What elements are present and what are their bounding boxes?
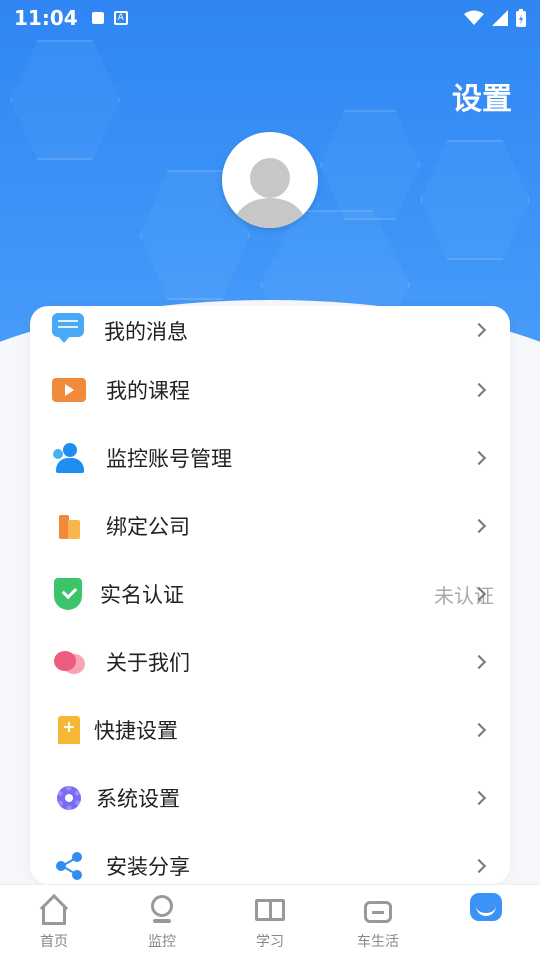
menu-card: 我的消息 我的课程 监控账号管理 绑定公司 实名认证 未认证 关于我们 快捷设置… [30, 306, 510, 884]
signal-icon [492, 10, 508, 26]
nav-car-life[interactable]: 车生活 [324, 885, 432, 960]
battery-icon [516, 9, 526, 27]
avatar[interactable] [222, 132, 318, 228]
status-time: 11:04 [14, 6, 78, 30]
chevron-right-icon [471, 450, 487, 466]
chevron-right-icon [471, 654, 487, 670]
menu-item-label: 安装分享 [106, 855, 190, 879]
menu-item-about-us[interactable]: 关于我们 [30, 628, 510, 696]
menu-item-label: 绑定公司 [106, 515, 190, 539]
chevron-right-icon [471, 518, 487, 534]
account-users-icon [52, 441, 86, 475]
nav-label: 首页 [40, 934, 68, 950]
company-building-icon [52, 509, 86, 543]
chevron-right-icon [471, 722, 487, 738]
menu-item-bind-company[interactable]: 绑定公司 [30, 492, 510, 560]
book-icon [253, 895, 287, 925]
message-icon [52, 313, 84, 343]
menu-item-label: 实名认证 [100, 583, 184, 607]
nav-label: 学习 [256, 934, 284, 950]
menu-item-account-management[interactable]: 监控账号管理 [30, 424, 510, 492]
menu-item-verification[interactable]: 实名认证 未认证 [30, 560, 510, 628]
nav-study[interactable]: 学习 [216, 885, 324, 960]
status-bar: 11:04 A [0, 0, 540, 36]
bottom-nav: 首页 监控 学习 车生活 [0, 884, 540, 960]
camera-icon [145, 895, 179, 925]
menu-item-label: 我的消息 [104, 320, 188, 344]
car-life-icon [361, 895, 395, 925]
settings-button[interactable]: 设置 [452, 74, 512, 118]
menu-item-shortcut-settings[interactable]: 快捷设置 [30, 696, 510, 764]
chevron-right-icon [471, 790, 487, 806]
menu-item-install-share[interactable]: 安装分享 [30, 832, 510, 884]
chevron-right-icon [471, 858, 487, 874]
menu-item-label: 监控账号管理 [106, 447, 232, 471]
nav-monitor[interactable]: 监控 [108, 885, 216, 960]
menu-item-label: 快捷设置 [94, 719, 178, 743]
shield-check-icon [54, 578, 82, 610]
wifi-icon [464, 10, 484, 25]
home-icon [37, 893, 71, 925]
nav-me[interactable] [432, 885, 540, 960]
bookmark-plus-icon [58, 716, 80, 744]
app-notification-icon: A [113, 11, 128, 25]
gear-icon [57, 786, 81, 810]
share-icon [52, 849, 86, 883]
me-face-icon [469, 893, 503, 925]
menu-item-label: 关于我们 [106, 651, 190, 675]
menu-item-courses[interactable]: 我的课程 [30, 356, 510, 424]
about-bubble-icon [52, 645, 86, 679]
chevron-right-icon [471, 382, 487, 398]
menu-item-messages[interactable]: 我的消息 [30, 306, 510, 356]
notification-icon [91, 12, 104, 24]
chevron-right-icon [471, 322, 487, 338]
menu-item-system-settings[interactable]: 系统设置 [30, 764, 510, 832]
menu-item-label: 我的课程 [106, 379, 190, 403]
nav-label: 监控 [148, 934, 176, 950]
menu-item-label: 系统设置 [96, 787, 180, 811]
nav-label: 车生活 [357, 934, 399, 950]
nav-home[interactable]: 首页 [0, 885, 108, 960]
course-video-icon [52, 378, 86, 402]
